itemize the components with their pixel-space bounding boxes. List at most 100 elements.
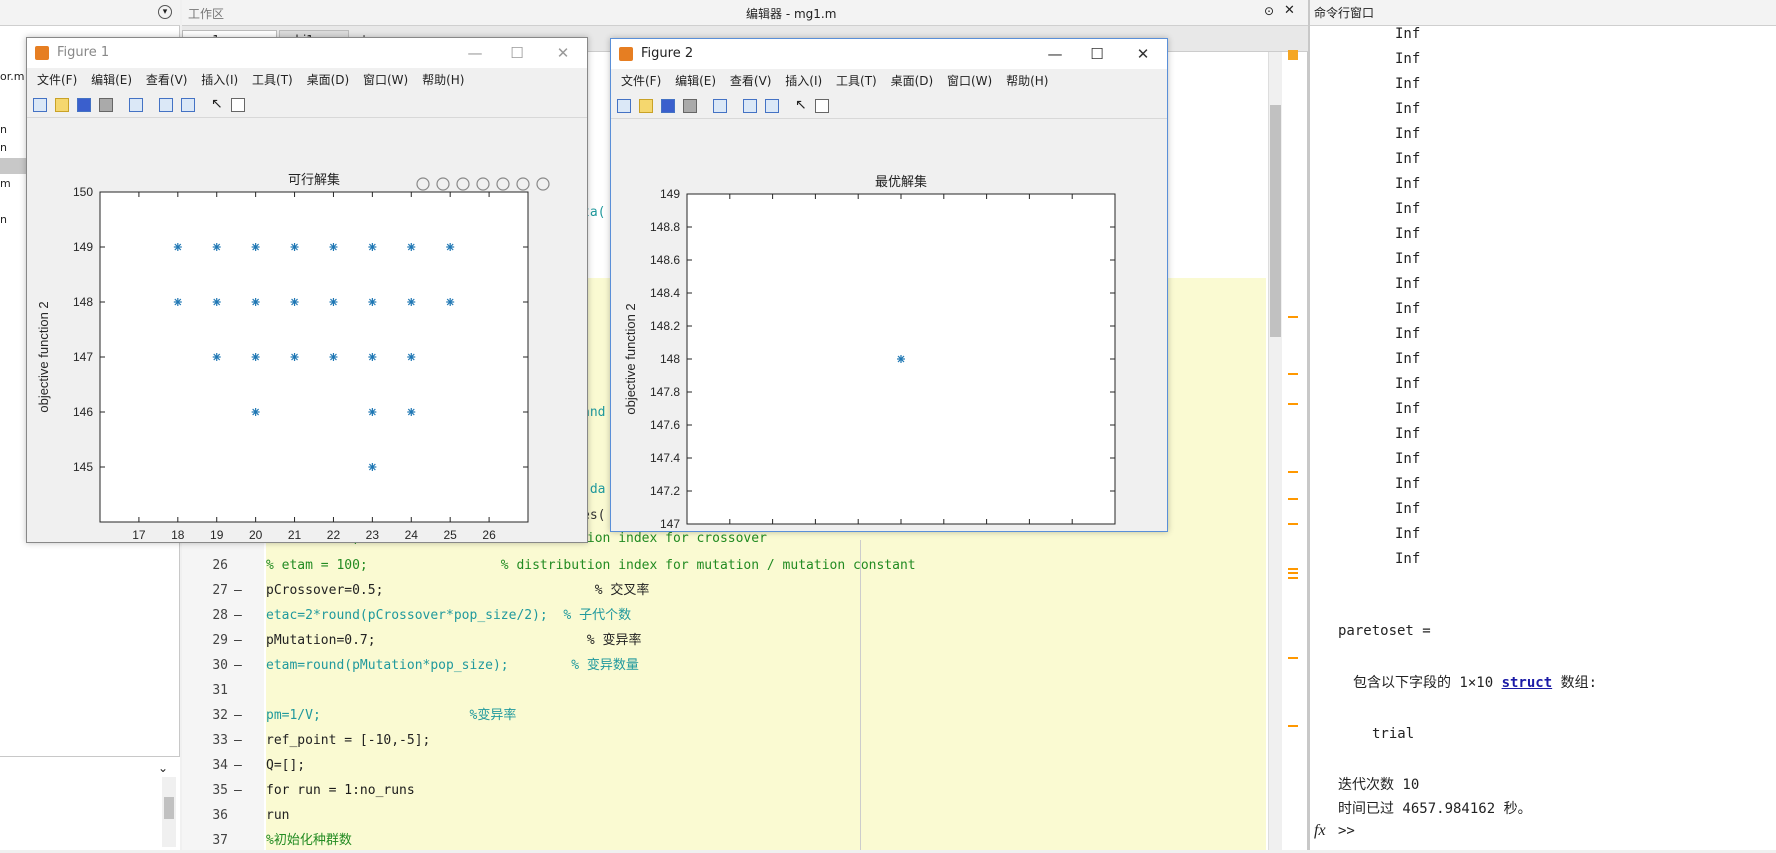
minimize-button[interactable]: — xyxy=(455,38,495,68)
menu-window[interactable]: 窗口(W) xyxy=(947,74,992,88)
legend-icon[interactable] xyxy=(765,99,779,113)
data-point[interactable] xyxy=(407,243,416,251)
warning-marker[interactable] xyxy=(1288,577,1298,579)
data-point[interactable] xyxy=(329,298,338,306)
data-point[interactable] xyxy=(407,298,416,306)
menu-edit[interactable]: 编辑(E) xyxy=(675,74,716,88)
close-button[interactable]: ✕ xyxy=(543,38,583,68)
breakpoint-marker[interactable]: — xyxy=(234,753,242,778)
open-folder-icon[interactable] xyxy=(639,99,653,113)
panel-divider[interactable] xyxy=(1308,0,1310,850)
editor-scroll-thumb[interactable] xyxy=(1270,105,1281,337)
code-line[interactable]: 30 — etam=round(pMutation*pop_size); % 变异数… xyxy=(182,653,1282,678)
code-line[interactable]: 35 — for run = 1:no_runs xyxy=(182,778,1282,803)
code-line[interactable]: 29 — pMutation=0.7; % 变异率 xyxy=(182,628,1282,653)
data-point[interactable] xyxy=(368,408,377,416)
plot-area[interactable] xyxy=(99,191,529,523)
data-point[interactable] xyxy=(897,355,905,363)
data-point[interactable] xyxy=(407,408,416,416)
warning-marker[interactable] xyxy=(1288,725,1298,727)
status-indicator-icon[interactable] xyxy=(1288,50,1298,60)
code-line[interactable]: 26 % etam = 100; % distribution index for… xyxy=(182,553,1282,578)
menu-help[interactable]: 帮助(H) xyxy=(422,73,464,87)
breakpoint-marker[interactable]: — xyxy=(234,728,242,753)
breakpoint-marker[interactable]: — xyxy=(234,778,242,803)
warning-marker[interactable] xyxy=(1288,316,1298,318)
data-point[interactable] xyxy=(368,463,377,471)
link-plot-icon[interactable] xyxy=(713,99,727,113)
save-icon[interactable] xyxy=(77,98,91,112)
figure2-titlebar[interactable]: Figure 2 — ☐ ✕ xyxy=(611,39,1167,69)
warning-marker[interactable] xyxy=(1288,471,1298,473)
new-figure-icon[interactable] xyxy=(33,98,47,112)
minimize-button[interactable]: — xyxy=(1035,39,1075,69)
menu-view[interactable]: 查看(V) xyxy=(730,74,772,88)
code-line[interactable]: 31 xyxy=(182,678,1282,703)
command-window[interactable] xyxy=(1310,0,1776,850)
chart-optimal-set[interactable]: 最优解集 22 22.2 22.4 22.6 22.8 23 23.2 23.4 23.6 23.8… xyxy=(611,119,1167,531)
warning-marker[interactable] xyxy=(1288,498,1298,500)
figure2-window[interactable]: Figure 2 — ☐ ✕ 文件(F) 编辑(E) 查看(V) 插入(I) 工… xyxy=(610,38,1168,532)
warning-marker[interactable] xyxy=(1288,657,1298,659)
breakpoint-marker[interactable]: — xyxy=(234,703,242,728)
data-point[interactable] xyxy=(290,298,299,306)
menu-insert[interactable]: 插入(I) xyxy=(785,74,822,88)
pointer-icon[interactable]: ↖ xyxy=(795,97,807,113)
code-line[interactable]: 37 %初始化种群数 xyxy=(182,828,1282,853)
data-point[interactable] xyxy=(407,353,416,361)
menu-insert[interactable]: 插入(I) xyxy=(201,73,238,87)
menu-file[interactable]: 文件(F) xyxy=(37,73,77,87)
menu-desktop[interactable]: 桌面(D) xyxy=(891,74,934,88)
code-line[interactable]: 27 — pCrossover=0.5; % 交叉率 xyxy=(182,578,1282,603)
export-icon[interactable] xyxy=(416,177,430,191)
close-icon[interactable]: ✕ xyxy=(1284,3,1295,18)
breakpoint-marker[interactable]: — xyxy=(234,628,242,653)
legend-icon[interactable] xyxy=(181,98,195,112)
print-icon[interactable] xyxy=(99,98,113,112)
open-folder-icon[interactable] xyxy=(55,98,69,112)
data-point[interactable] xyxy=(368,243,377,251)
figure1-titlebar[interactable]: Figure 1 — ☐ ✕ xyxy=(27,38,587,68)
code-line[interactable]: 32 — pm=1/V; %变异率 xyxy=(182,703,1282,728)
code-line[interactable]: 33 — ref_point = [-10,-5]; xyxy=(182,728,1282,753)
property-editor-icon[interactable] xyxy=(815,99,829,113)
menu-desktop[interactable]: 桌面(D) xyxy=(307,73,350,87)
data-point[interactable] xyxy=(212,243,221,251)
zoom-in-icon[interactable] xyxy=(496,177,510,191)
command-prompt[interactable]: >> xyxy=(1338,823,1355,839)
warning-marker[interactable] xyxy=(1288,572,1298,574)
collapse-icon[interactable]: ▾ xyxy=(158,5,172,19)
data-point[interactable] xyxy=(290,243,299,251)
zoom-out-icon[interactable] xyxy=(516,177,530,191)
menu-view[interactable]: 查看(V) xyxy=(146,73,188,87)
data-point[interactable] xyxy=(173,298,182,306)
maximize-button[interactable]: ☐ xyxy=(1077,39,1117,69)
breakpoint-marker[interactable]: — xyxy=(234,578,242,603)
code-line[interactable]: 34 — Q=[]; xyxy=(182,753,1282,778)
warning-marker[interactable] xyxy=(1288,373,1298,375)
pan-icon[interactable] xyxy=(476,177,490,191)
property-editor-icon[interactable] xyxy=(231,98,245,112)
home-icon[interactable] xyxy=(536,177,550,191)
menu-window[interactable]: 窗口(W) xyxy=(363,73,408,87)
link-plot-icon[interactable] xyxy=(129,98,143,112)
breakpoint-marker[interactable]: — xyxy=(234,653,242,678)
warning-marker[interactable] xyxy=(1288,568,1298,570)
colorbar-icon[interactable] xyxy=(743,99,757,113)
options-icon[interactable]: ⊙ xyxy=(1264,4,1274,18)
chevron-down-icon[interactable]: ⌄ xyxy=(158,761,168,775)
data-point[interactable] xyxy=(251,298,260,306)
menu-file[interactable]: 文件(F) xyxy=(621,74,661,88)
close-button[interactable]: ✕ xyxy=(1123,39,1163,69)
struct-link[interactable]: struct xyxy=(1502,675,1553,691)
data-point[interactable] xyxy=(368,353,377,361)
data-point[interactable] xyxy=(212,353,221,361)
warning-marker[interactable] xyxy=(1288,403,1298,405)
figure1-window[interactable]: Figure 1 — ☐ ✕ 文件(F) 编辑(E) 查看(V) 插入(I) 工… xyxy=(26,37,588,543)
new-figure-icon[interactable] xyxy=(617,99,631,113)
data-point[interactable] xyxy=(212,298,221,306)
data-point[interactable] xyxy=(251,408,260,416)
data-tip-icon[interactable] xyxy=(456,177,470,191)
pointer-icon[interactable]: ↖ xyxy=(211,96,223,112)
chart-feasible-set[interactable]: 可行解集 17 18 19 20 21 22 23 24 25 26 145 146 147 148 149 1… xyxy=(27,118,587,542)
